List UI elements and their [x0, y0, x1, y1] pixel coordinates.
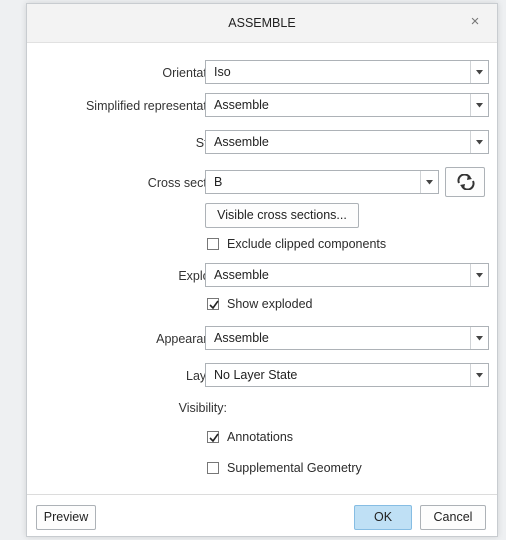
orientation-select[interactable]: Iso	[205, 60, 489, 84]
exclude-clipped-label: Exclude clipped components	[227, 237, 387, 251]
assemble-dialog: ASSEMBLE × Orientation: Iso Simplified r…	[26, 3, 498, 537]
supplemental-geometry-label: Supplemental Geometry	[227, 461, 362, 475]
explode-select[interactable]: Assemble	[205, 263, 489, 287]
appearance-value: Assemble	[214, 331, 269, 345]
explode-value: Assemble	[214, 268, 269, 282]
dialog-title: ASSEMBLE	[228, 16, 296, 30]
style-label: Style:	[27, 136, 227, 150]
checkbox-box[interactable]	[207, 462, 219, 474]
visible-cross-sections-button[interactable]: Visible cross sections...	[205, 203, 359, 228]
chevron-down-icon[interactable]	[470, 327, 488, 349]
checkmark-icon	[209, 300, 219, 310]
cancel-button[interactable]: Cancel	[420, 505, 486, 530]
checkbox-box[interactable]	[207, 431, 219, 443]
appearance-select[interactable]: Assemble	[205, 326, 489, 350]
layers-label: Layers:	[27, 369, 227, 383]
annotations-label: Annotations	[227, 430, 294, 444]
appearance-label: Appearance:	[156, 332, 227, 346]
chevron-down-icon[interactable]	[470, 61, 488, 83]
orientation-value: Iso	[214, 65, 231, 79]
layers-select[interactable]: No Layer State	[205, 363, 489, 387]
chevron-down-icon[interactable]	[470, 131, 488, 153]
orientation-label: Orientation:	[162, 66, 227, 80]
ok-button[interactable]: OK	[354, 505, 412, 530]
chevron-down-icon[interactable]	[470, 364, 488, 386]
checkbox-box[interactable]	[207, 238, 219, 250]
chevron-down-icon[interactable]	[470, 94, 488, 116]
style-value: Assemble	[214, 135, 269, 149]
checkbox-box[interactable]	[207, 298, 219, 310]
close-icon[interactable]: ×	[465, 12, 485, 32]
checkmark-icon	[209, 433, 219, 443]
cross-section-select[interactable]: B	[205, 170, 439, 194]
simplified-rep-select[interactable]: Assemble	[205, 93, 489, 117]
simplified-rep-label: Simplified representation:	[85, 99, 227, 113]
preview-button[interactable]: Preview	[36, 505, 96, 530]
dialog-footer: Preview OK Cancel	[27, 494, 497, 536]
refresh-button[interactable]	[445, 167, 485, 197]
simplified-rep-value: Assemble	[214, 98, 269, 112]
refresh-icon	[457, 174, 475, 190]
title-bar: ASSEMBLE ×	[27, 4, 497, 43]
show-exploded-label: Show exploded	[227, 297, 313, 311]
style-select[interactable]: Assemble	[205, 130, 489, 154]
chevron-down-icon[interactable]	[420, 171, 438, 193]
visibility-label: Visibility:	[178, 401, 227, 415]
cross-section-value: B	[214, 175, 223, 189]
cross-section-label: Cross section:	[147, 176, 227, 190]
explode-label: Explode:	[178, 269, 227, 283]
chevron-down-icon[interactable]	[470, 264, 488, 286]
layers-value: No Layer State	[214, 368, 298, 382]
